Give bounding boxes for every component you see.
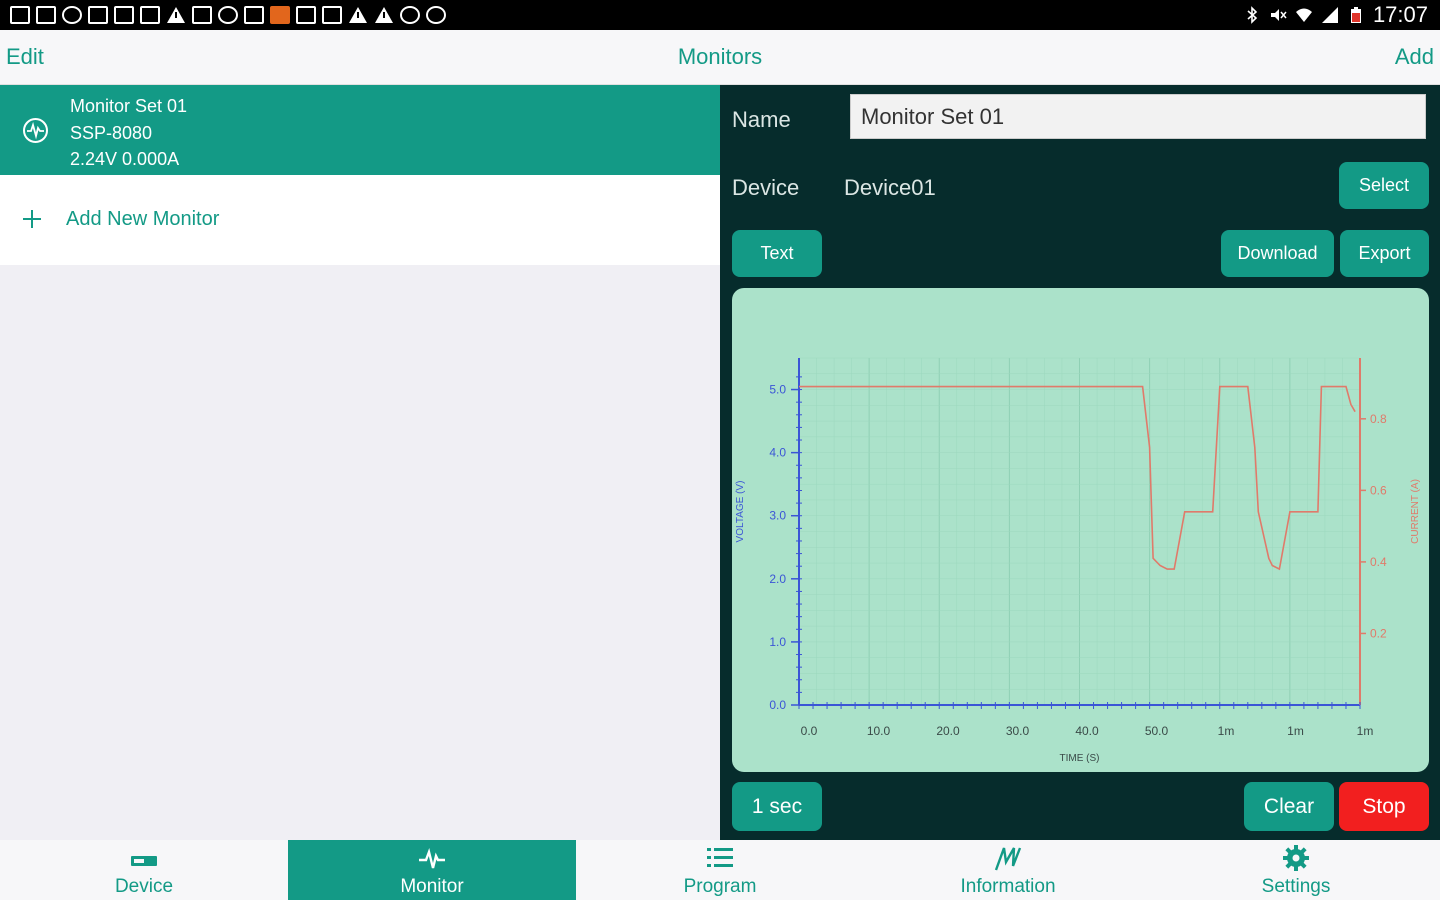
y-tick-label: 4.0 — [769, 446, 786, 460]
usb-icon — [36, 6, 56, 24]
series-line-current — [799, 385, 1356, 571]
cloud-icon — [426, 6, 446, 24]
interval-button[interactable]: 1 sec — [732, 782, 822, 831]
gear-icon — [1283, 845, 1309, 871]
tab-monitor[interactable]: Monitor — [288, 840, 576, 900]
y2-tick-label: 0.8 — [1370, 412, 1387, 426]
y-tick-label: 2.0 — [769, 572, 786, 586]
cloud-icon — [400, 6, 420, 24]
x-axis-title: TIME (S) — [1060, 753, 1100, 764]
bluetooth-icon — [1247, 6, 1258, 24]
x-tick-label: 10.0 — [867, 724, 891, 738]
logo-icon — [994, 847, 1022, 871]
x-tick-label: 40.0 — [1075, 724, 1099, 738]
calendar-icon — [140, 6, 160, 24]
battery-icon — [1350, 7, 1361, 23]
y2-tick-label: 0.6 — [1370, 483, 1387, 497]
warning-icon — [374, 6, 394, 24]
warning-icon — [166, 6, 186, 24]
x-tick-label: 20.0 — [936, 724, 960, 738]
clock: 17:07 — [1372, 2, 1428, 27]
tab-program[interactable]: Program — [576, 840, 864, 900]
tab-device-label: Device — [114, 876, 174, 897]
tab-information[interactable]: Information — [864, 840, 1152, 900]
y2-tick-label: 0.4 — [1370, 555, 1387, 569]
mute-icon — [1270, 9, 1287, 21]
mail-icon — [114, 6, 134, 24]
x-tick-label: 1m — [1357, 724, 1374, 738]
monitor-model: SSP-8080 — [70, 122, 153, 143]
plus-icon — [23, 210, 41, 228]
screenshot-icon — [88, 6, 108, 24]
warning-icon — [348, 6, 368, 24]
x-tick-label: 0.0 — [801, 724, 818, 738]
monitor-list-panel: Monitor Set 01 SSP-8080 2.24V 0.000A Add… — [0, 85, 720, 840]
notification-icons — [10, 4, 446, 26]
tab-monitor-label: Monitor — [400, 876, 464, 897]
status-bar: 17:07 — [0, 0, 1440, 30]
tab-settings[interactable]: Settings — [1152, 840, 1440, 900]
monitor-name: Monitor Set 01 — [70, 96, 188, 116]
tab-settings-label: Settings — [1261, 876, 1331, 897]
add-new-monitor-label: Add New Monitor — [66, 208, 220, 230]
status-right: 17:07 — [1243, 0, 1428, 30]
tab-bar: Device Monitor Program Information Setti… — [0, 840, 1440, 900]
x-tick-label: 50.0 — [1145, 724, 1169, 738]
export-button[interactable]: Export — [1340, 230, 1429, 277]
add-new-monitor-row[interactable]: Add New Monitor — [0, 175, 720, 265]
monitor-waveform-icon — [23, 118, 48, 143]
app-orange-icon — [270, 6, 290, 24]
download-button[interactable]: Download — [1221, 230, 1334, 277]
chart-svg: 0.0 1.0 2.0 3.0 4.0 5.0 0.2 0.4 0.6 0.8 0.0 10.0 20.… — [735, 357, 1421, 764]
document-icon — [296, 6, 316, 24]
monitor-list-item[interactable]: Monitor Set 01 SSP-8080 2.24V 0.000A — [0, 85, 720, 175]
pulse-icon — [419, 847, 445, 869]
stop-button[interactable]: Stop — [1339, 782, 1429, 831]
device-label: Device — [732, 175, 800, 200]
mail-icon — [192, 6, 212, 24]
message-icon — [322, 6, 342, 24]
monitor-detail-panel: Name Device Device01 Select Text Downloa… — [720, 85, 1440, 840]
x-tick-label: 1m — [1287, 724, 1304, 738]
add-button[interactable]: Add — [1395, 44, 1434, 70]
list-icon — [707, 848, 733, 867]
y2-axis-title: CURRENT (A) — [1410, 479, 1421, 544]
select-button[interactable]: Select — [1339, 162, 1429, 209]
y-tick-label: 1.0 — [769, 635, 786, 649]
x-tick-label: 30.0 — [1006, 724, 1030, 738]
name-field[interactable] — [850, 94, 1426, 139]
page-title: Monitors — [677, 44, 763, 69]
chat-icon — [62, 6, 82, 24]
device-value: Device01 — [844, 175, 936, 200]
y-tick-label: 0.0 — [769, 698, 786, 712]
text-button[interactable]: Text — [732, 230, 822, 277]
monitor-reading: 2.24V 0.000A — [70, 149, 180, 169]
sync-icon — [218, 6, 238, 24]
edit-button[interactable]: Edit — [6, 44, 44, 70]
facebook-icon — [10, 6, 30, 24]
y-axis-title: VOLTAGE (V) — [735, 481, 746, 543]
device-icon — [131, 856, 157, 866]
wifi-icon — [1295, 8, 1312, 22]
tab-device[interactable]: Device — [0, 840, 288, 900]
clear-button[interactable]: Clear — [1244, 782, 1334, 831]
signal-icon — [1321, 7, 1338, 23]
y-tick-label: 5.0 — [769, 383, 786, 397]
tab-information-label: Information — [960, 876, 1056, 897]
app-icon — [244, 6, 264, 24]
name-label: Name — [732, 107, 791, 132]
x-tick-label: 1m — [1218, 724, 1235, 738]
monitor-chart[interactable]: 0.0 1.0 2.0 3.0 4.0 5.0 0.2 0.4 0.6 0.8 0.0 10.0 20.… — [732, 288, 1429, 772]
y-tick-label: 3.0 — [769, 509, 786, 523]
y2-tick-label: 0.2 — [1370, 626, 1387, 640]
tab-program-label: Program — [683, 876, 757, 897]
nav-bar: Edit Monitors Add — [0, 30, 1440, 85]
